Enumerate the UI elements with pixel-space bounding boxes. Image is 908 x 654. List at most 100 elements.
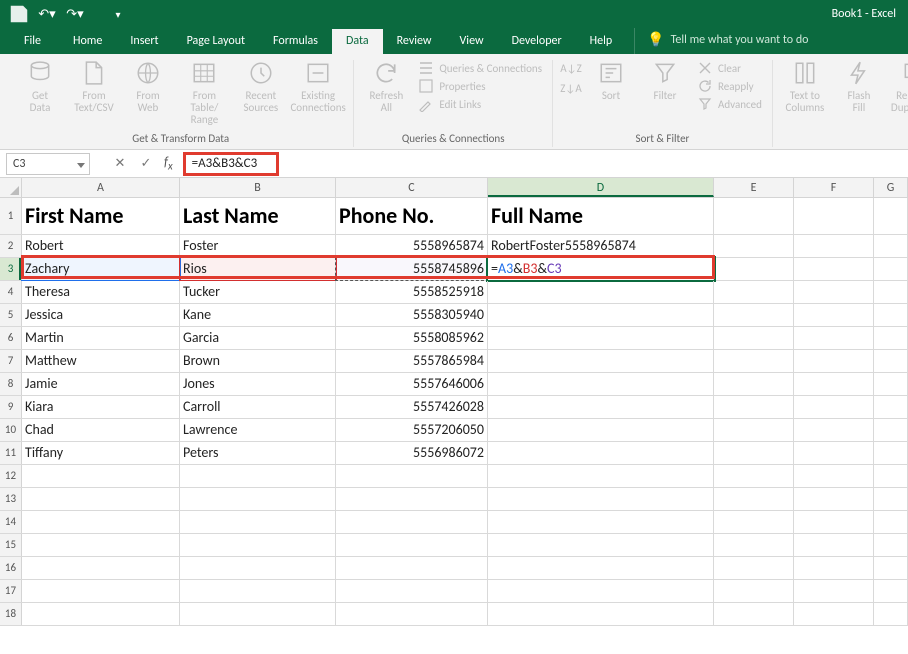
row-header-18[interactable]: 18 bbox=[0, 603, 22, 625]
cell-C16[interactable] bbox=[336, 557, 488, 579]
cell-F15[interactable] bbox=[794, 534, 874, 556]
cell-E14[interactable] bbox=[714, 511, 794, 533]
column-header-E[interactable]: E bbox=[714, 178, 794, 197]
tab-view[interactable]: View bbox=[446, 29, 498, 54]
cell-F17[interactable] bbox=[794, 580, 874, 602]
cell-C13[interactable] bbox=[336, 488, 488, 510]
cell-D1[interactable]: Full Name bbox=[488, 198, 714, 234]
cell-C17[interactable] bbox=[336, 580, 488, 602]
row-header-15[interactable]: 15 bbox=[0, 534, 22, 556]
cell-D4[interactable] bbox=[488, 281, 714, 303]
cell-B16[interactable] bbox=[180, 557, 336, 579]
cell-G17[interactable] bbox=[874, 580, 908, 602]
cancel-formula-icon[interactable]: ✕ bbox=[112, 156, 128, 172]
column-header-C[interactable]: C bbox=[336, 178, 488, 197]
cell-A4[interactable]: Theresa bbox=[22, 281, 180, 303]
from-table-range-button[interactable]: From Table/ Range bbox=[180, 60, 229, 126]
tab-data[interactable]: Data bbox=[332, 29, 383, 54]
cell-A3[interactable]: Zachary bbox=[22, 258, 180, 280]
row-header-12[interactable]: 12 bbox=[0, 465, 22, 487]
cell-D3[interactable]: =A3&B3&C3 bbox=[488, 258, 714, 280]
existing-connections-button[interactable]: Existing Connections bbox=[293, 60, 344, 114]
cell-C8[interactable]: 5557646006 bbox=[336, 373, 488, 395]
edit-links-button[interactable]: Edit Links bbox=[418, 96, 542, 112]
cell-A5[interactable]: Jessica bbox=[22, 304, 180, 326]
cell-D18[interactable] bbox=[488, 603, 714, 625]
cell-F2[interactable] bbox=[794, 235, 874, 257]
cell-B13[interactable] bbox=[180, 488, 336, 510]
cell-D6[interactable] bbox=[488, 327, 714, 349]
cell-G4[interactable] bbox=[874, 281, 908, 303]
tab-insert[interactable]: Insert bbox=[116, 29, 172, 54]
cell-F13[interactable] bbox=[794, 488, 874, 510]
cell-F4[interactable] bbox=[794, 281, 874, 303]
cell-G6[interactable] bbox=[874, 327, 908, 349]
cell-F18[interactable] bbox=[794, 603, 874, 625]
cell-G13[interactable] bbox=[874, 488, 908, 510]
cell-E6[interactable] bbox=[714, 327, 794, 349]
cell-D16[interactable] bbox=[488, 557, 714, 579]
cell-G5[interactable] bbox=[874, 304, 908, 326]
fx-icon[interactable]: fx bbox=[164, 155, 173, 173]
row-header-7[interactable]: 7 bbox=[0, 350, 22, 372]
cell-E7[interactable] bbox=[714, 350, 794, 372]
cell-E18[interactable] bbox=[714, 603, 794, 625]
formula-input[interactable]: =A3&B3&C3 bbox=[192, 156, 258, 171]
cell-G18[interactable] bbox=[874, 603, 908, 625]
cell-A13[interactable] bbox=[22, 488, 180, 510]
cell-G14[interactable] bbox=[874, 511, 908, 533]
cell-G8[interactable] bbox=[874, 373, 908, 395]
cell-D2[interactable]: RobertFoster5558965874 bbox=[488, 235, 714, 257]
row-header-8[interactable]: 8 bbox=[0, 373, 22, 395]
cell-D8[interactable] bbox=[488, 373, 714, 395]
cell-F8[interactable] bbox=[794, 373, 874, 395]
cell-B7[interactable]: Brown bbox=[180, 350, 336, 372]
cell-F12[interactable] bbox=[794, 465, 874, 487]
cell-B1[interactable]: Last Name bbox=[180, 198, 336, 234]
cell-A10[interactable]: Chad bbox=[22, 419, 180, 441]
cell-C12[interactable] bbox=[336, 465, 488, 487]
column-header-D[interactable]: D bbox=[488, 178, 714, 197]
cell-F10[interactable] bbox=[794, 419, 874, 441]
cell-B3[interactable]: Rios bbox=[180, 258, 336, 280]
flash-fill-button[interactable]: Flash Fill bbox=[837, 60, 881, 114]
cell-A12[interactable] bbox=[22, 465, 180, 487]
cell-D11[interactable] bbox=[488, 442, 714, 464]
sort-button[interactable]: Sort bbox=[589, 60, 633, 102]
cell-G16[interactable] bbox=[874, 557, 908, 579]
worksheet-grid[interactable]: ABCDEFG 1First NameLast NamePhone No.Ful… bbox=[0, 178, 908, 626]
tab-file[interactable]: File bbox=[8, 29, 59, 54]
cell-C18[interactable] bbox=[336, 603, 488, 625]
cell-C7[interactable]: 5557865984 bbox=[336, 350, 488, 372]
cell-C14[interactable] bbox=[336, 511, 488, 533]
get-data-button[interactable]: Get Data bbox=[18, 60, 62, 114]
cell-F7[interactable] bbox=[794, 350, 874, 372]
cell-G3[interactable] bbox=[874, 258, 908, 280]
tab-help[interactable]: Help bbox=[576, 29, 627, 54]
cell-A14[interactable] bbox=[22, 511, 180, 533]
row-header-2[interactable]: 2 bbox=[0, 235, 22, 257]
row-header-9[interactable]: 9 bbox=[0, 396, 22, 418]
advanced-button[interactable]: Advanced bbox=[697, 96, 762, 112]
row-header-10[interactable]: 10 bbox=[0, 419, 22, 441]
column-header-B[interactable]: B bbox=[180, 178, 336, 197]
cell-E3[interactable] bbox=[714, 258, 794, 280]
tab-developer[interactable]: Developer bbox=[498, 29, 576, 54]
cell-C6[interactable]: 5558085962 bbox=[336, 327, 488, 349]
tab-home[interactable]: Home bbox=[59, 29, 116, 54]
cell-E9[interactable] bbox=[714, 396, 794, 418]
cell-E8[interactable] bbox=[714, 373, 794, 395]
row-header-11[interactable]: 11 bbox=[0, 442, 22, 464]
cell-E12[interactable] bbox=[714, 465, 794, 487]
cell-E15[interactable] bbox=[714, 534, 794, 556]
cell-A1[interactable]: First Name bbox=[22, 198, 180, 234]
cell-D13[interactable] bbox=[488, 488, 714, 510]
cell-D10[interactable] bbox=[488, 419, 714, 441]
cell-E10[interactable] bbox=[714, 419, 794, 441]
cell-E5[interactable] bbox=[714, 304, 794, 326]
cell-F3[interactable] bbox=[794, 258, 874, 280]
clear-button[interactable]: Clear bbox=[697, 60, 762, 76]
cell-F6[interactable] bbox=[794, 327, 874, 349]
filter-button[interactable]: Filter bbox=[643, 60, 687, 102]
cell-C10[interactable]: 5557206050 bbox=[336, 419, 488, 441]
